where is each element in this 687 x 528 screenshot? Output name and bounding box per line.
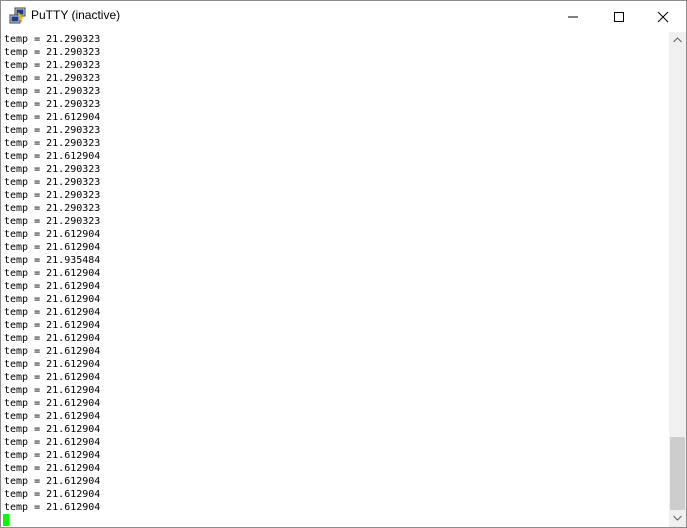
terminal-line: temp = 21.290323: [4, 203, 101, 214]
terminal-line: temp = 21.612904: [4, 463, 101, 474]
terminal-line: temp = 21.290323: [4, 60, 101, 71]
terminal-cursor: [3, 514, 9, 526]
terminal-output: temp = 21.290323 temp = 21.290323 temp = 2…: [4, 33, 100, 514]
scrollbar-thumb[interactable]: [670, 437, 685, 510]
terminal-area[interactable]: temp = 21.290323 temp = 21.290323 temp = 2…: [1, 32, 669, 527]
terminal-line: temp = 21.290323: [4, 216, 101, 227]
terminal-line: temp = 21.612904: [4, 476, 101, 487]
terminal-line: temp = 21.612904: [4, 333, 101, 344]
terminal-line: temp = 21.290323: [4, 177, 101, 188]
terminal-line: temp = 21.290323: [4, 138, 101, 149]
chevron-up-icon: [673, 37, 682, 43]
terminal-line: temp = 21.290323: [4, 73, 101, 84]
terminal-line: temp = 21.612904: [4, 502, 101, 513]
maximize-icon: [614, 12, 624, 22]
terminal-line: temp = 21.612904: [4, 489, 101, 500]
terminal-line: temp = 21.290323: [4, 99, 101, 110]
minimize-icon: [568, 16, 578, 18]
terminal-line: temp = 21.612904: [4, 372, 101, 383]
terminal-line: temp = 21.612904: [4, 424, 101, 435]
scroll-up-button[interactable]: [669, 32, 686, 49]
terminal-line: temp = 21.612904: [4, 307, 101, 318]
terminal-line: temp = 21.612904: [4, 151, 101, 162]
terminal-line: temp = 21.612904: [4, 268, 101, 279]
putty-window: PuTTY (inactive) temp = 21.290323 temp = …: [0, 0, 687, 528]
terminal-line: temp = 21.290323: [4, 125, 101, 136]
terminal-line: temp = 21.612904: [4, 242, 101, 253]
chevron-down-icon: [673, 515, 682, 521]
terminal-line: temp = 21.612904: [4, 359, 101, 370]
close-button[interactable]: [640, 1, 686, 31]
terminal-line: temp = 21.290323: [4, 190, 101, 201]
terminal-line: temp = 21.290323: [4, 86, 101, 97]
terminal-line: temp = 21.612904: [4, 450, 101, 461]
terminal-line: temp = 21.935484: [4, 255, 101, 266]
terminal-line: temp = 21.612904: [4, 229, 101, 240]
terminal-line: temp = 21.612904: [4, 281, 101, 292]
terminal-line: temp = 21.612904: [4, 437, 101, 448]
vertical-scrollbar[interactable]: [669, 32, 686, 527]
terminal-line: temp = 21.612904: [4, 346, 101, 357]
terminal-line: temp = 21.612904: [4, 294, 101, 305]
minimize-button[interactable]: [550, 1, 596, 31]
title-bar[interactable]: PuTTY (inactive): [1, 1, 686, 31]
terminal-line: temp = 21.290323: [4, 47, 101, 58]
terminal-line: temp = 21.612904: [4, 385, 101, 396]
terminal-line: temp = 21.612904: [4, 411, 101, 422]
window-title: PuTTY (inactive): [31, 8, 121, 22]
scroll-down-button[interactable]: [669, 510, 686, 527]
terminal-line: temp = 21.290323: [4, 164, 101, 175]
putty-icon[interactable]: [9, 7, 27, 25]
close-icon: [657, 11, 669, 23]
terminal-line: temp = 21.612904: [4, 112, 101, 123]
maximize-button[interactable]: [596, 1, 642, 31]
terminal-line: temp = 21.612904: [4, 320, 101, 331]
terminal-line: temp = 21.290323: [4, 34, 101, 45]
terminal-line: temp = 21.612904: [4, 398, 101, 409]
